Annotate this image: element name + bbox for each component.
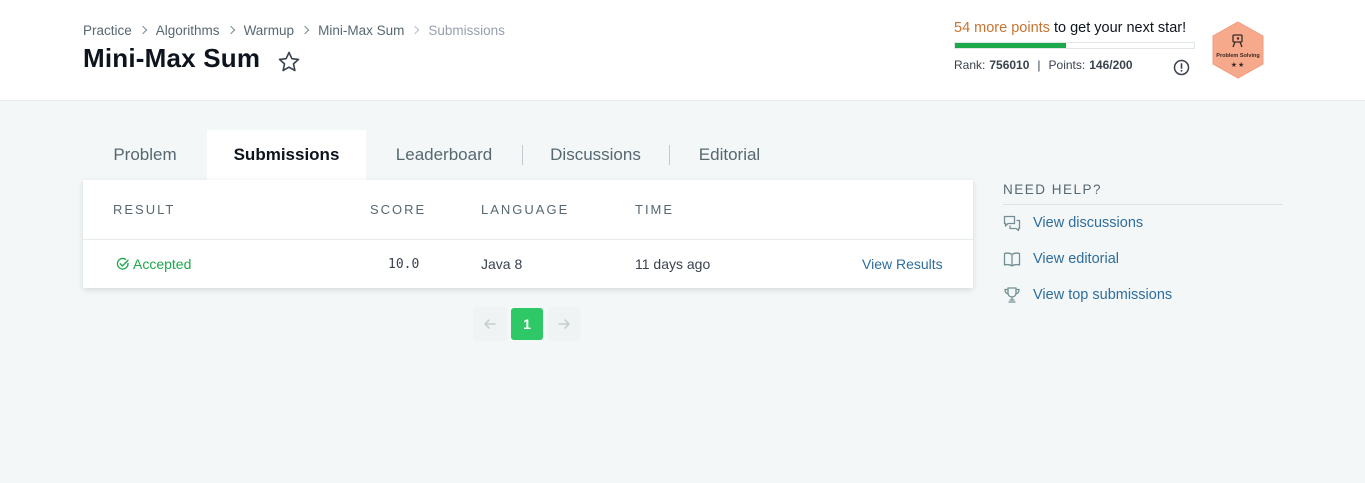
breadcrumb-current: Submissions [428,22,505,38]
bookmark-star-icon[interactable] [277,50,301,74]
discussions-icon [1003,215,1021,232]
book-icon [1003,252,1021,267]
header-score: SCORE [370,202,427,217]
points-message: 54 more points to get your next star! [954,20,1199,36]
need-help-title: NEED HELP? [1003,182,1283,205]
star-progress-bar [954,42,1195,49]
breadcrumb-practice[interactable]: Practice [83,23,132,38]
result-accepted: Accepted [116,256,191,272]
trophy-icon [1004,287,1020,303]
header-language: LANGUAGE [481,202,570,217]
points-value: 146/200 [1089,58,1133,72]
rank-line: Rank: 756010 | Points: 146/200 [954,58,1199,72]
progress-panel: 54 more points to get your next star! Ra… [954,20,1199,72]
rank-separator: | [1037,58,1041,72]
problem-solving-badge[interactable]: Problem Solving ★★ [1211,21,1265,79]
breadcrumb: Practice Algorithms Warmup Mini-Max Sum … [83,22,505,38]
view-top-submissions-link[interactable]: View top submissions [1003,277,1283,313]
result-text: Accepted [133,256,192,272]
problem-tabs: Problem Submissions Leaderboard Discussi… [83,130,790,180]
badge-stars: ★★ [1230,62,1246,69]
breadcrumb-mini-max-sum[interactable]: Mini-Max Sum [318,23,404,38]
tab-problem[interactable]: Problem [83,130,207,180]
star-progress-fill [955,43,1067,48]
table-divider [83,239,973,240]
breadcrumb-algorithms[interactable]: Algorithms [156,23,220,38]
header-time: TIME [635,202,675,217]
language-value: Java 8 [481,256,523,272]
submissions-table: RESULT SCORE LANGUAGE TIME Accepted 10.0… [83,180,973,288]
points-needed: 54 more points [954,20,1050,36]
tab-leaderboard[interactable]: Leaderboard [366,130,522,180]
need-help-panel: NEED HELP? View discussions View editori… [1003,182,1283,313]
view-editorial-link[interactable]: View editorial [1003,241,1283,277]
chevron-right-icon [404,22,428,38]
page-1-button[interactable]: 1 [511,308,543,340]
header-result: RESULT [113,202,176,217]
page-header: Practice Algorithms Warmup Mini-Max Sum … [0,0,1365,101]
tab-submissions[interactable]: Submissions [207,130,366,180]
page-title: Mini-Max Sum [83,43,261,73]
score-value: 10.0 [388,257,420,272]
chevron-right-icon [220,22,244,38]
info-icon[interactable] [1173,59,1190,76]
arrow-left-icon[interactable] [473,307,507,341]
view-results-link[interactable]: View Results [862,256,943,272]
points-label: Points: [1048,58,1086,72]
breadcrumb-warmup[interactable]: Warmup [244,23,295,38]
chevron-right-icon [294,22,318,38]
tab-divider [522,145,523,165]
rank-label: Rank: [954,58,986,72]
points-message-rest: to get your next star! [1049,20,1187,36]
check-circle-icon [116,257,129,270]
view-discussions-link[interactable]: View discussions [1003,205,1283,241]
tab-discussions[interactable]: Discussions [522,130,669,180]
tab-divider [669,145,670,165]
arrow-right-icon[interactable] [547,307,581,341]
tab-editorial[interactable]: Editorial [669,130,790,180]
time-value: 11 days ago [635,256,711,272]
chevron-right-icon [132,22,156,38]
badge-label: Problem Solving [1216,53,1260,59]
rank-value: 756010 [989,58,1030,72]
pagination: 1 [473,307,581,341]
view-editorial-label: View editorial [1033,251,1119,267]
view-top-submissions-label: View top submissions [1033,287,1173,303]
view-discussions-label: View discussions [1033,215,1144,231]
